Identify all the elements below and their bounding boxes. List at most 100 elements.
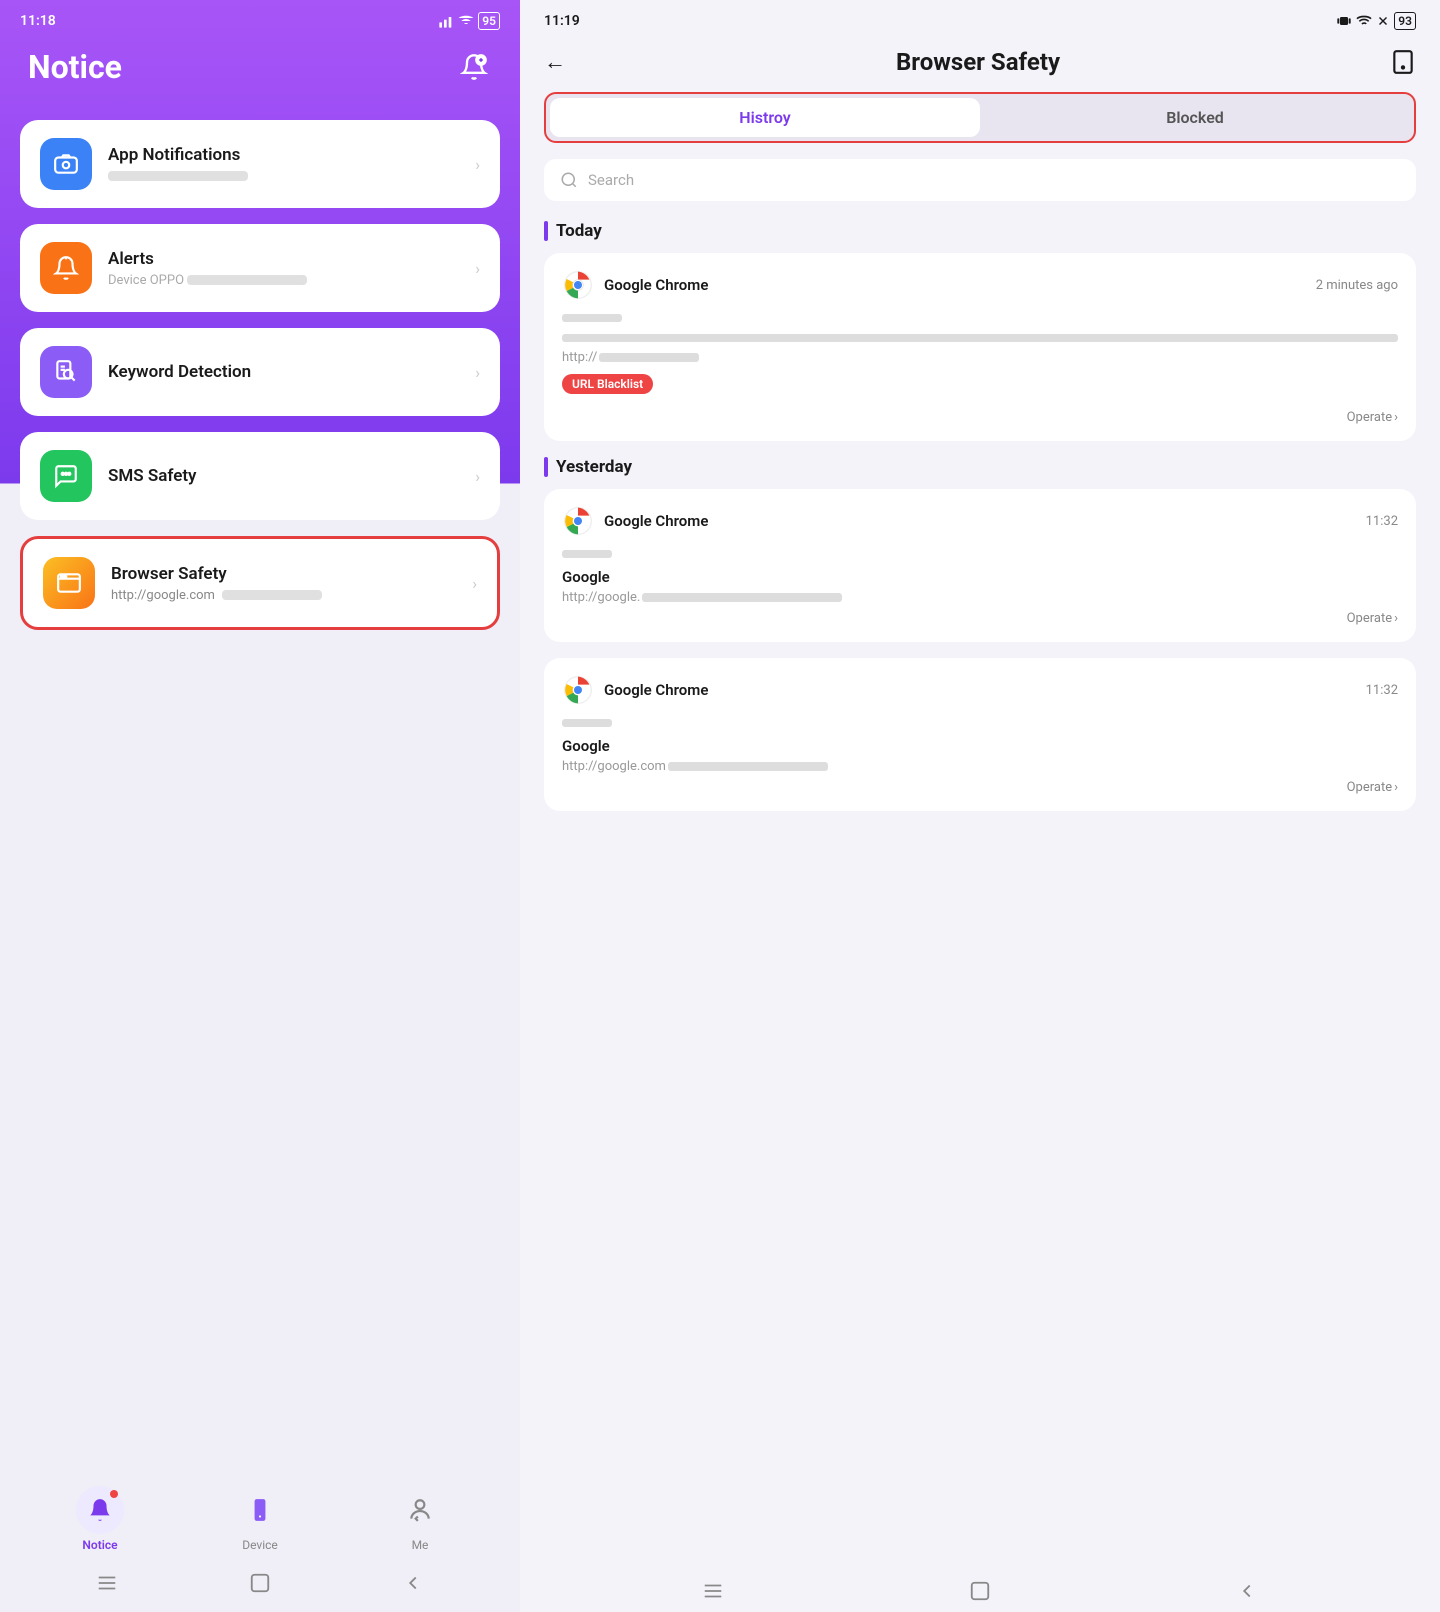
system-bar-right (520, 1570, 1440, 1612)
today-card-0: Google Chrome 2 minutes ago http:// URL … (544, 253, 1416, 441)
me-nav-icon-wrap (396, 1486, 444, 1534)
hamburger-icon-right[interactable] (702, 1580, 724, 1602)
app-row: Google Chrome (562, 269, 708, 301)
vibrate-icon (1336, 13, 1352, 29)
left-panel: 11:18 95 Notice (0, 0, 520, 1612)
app-row: Google Chrome (562, 505, 708, 537)
app-notifications-icon (40, 138, 92, 190)
status-icons-left: 95 (438, 12, 500, 30)
me-nav-icon (407, 1497, 433, 1523)
wifi-icon (458, 13, 474, 29)
back-button[interactable]: ← (544, 49, 566, 75)
chevron-icon: › (475, 467, 480, 486)
card-url: http://google. (562, 590, 1398, 605)
chevron-icon: › (475, 259, 480, 278)
card-app-name: Google Chrome (604, 276, 708, 294)
tab-history[interactable]: Histroy (550, 98, 980, 137)
sms-safety-text: SMS Safety (108, 466, 459, 486)
card-app-name: Google Chrome (604, 512, 708, 530)
nav-me-label: Me (412, 1538, 429, 1552)
menu-item-app-notifications[interactable]: App Notifications › (20, 120, 500, 208)
app-notifications-text: App Notifications (108, 145, 459, 184)
home-icon[interactable] (249, 1572, 271, 1594)
tab-blocked[interactable]: Blocked (980, 98, 1410, 137)
chevron-icon: › (475, 155, 480, 174)
chrome-icon (562, 505, 594, 537)
wifi-icon-right (1356, 13, 1372, 29)
time-left: 11:18 (20, 13, 56, 29)
operate-button[interactable]: Operate › (1347, 410, 1398, 425)
right-title: Browser Safety (896, 48, 1060, 76)
time-right: 11:19 (544, 13, 580, 29)
notice-badge (110, 1490, 118, 1498)
chevron-icon: › (475, 363, 480, 382)
browser-safety-text: Browser Safety http://google.com (111, 564, 456, 603)
card-title: Google (562, 568, 1398, 586)
menu-item-browser-safety[interactable]: Browser Safety http://google.com › (20, 536, 500, 630)
hamburger-icon[interactable] (96, 1572, 118, 1594)
notice-nav-icon-wrap (76, 1486, 124, 1534)
card-footer: Operate › (562, 780, 1398, 795)
card-title: Google (562, 737, 1398, 755)
card-url: http://google.com (562, 759, 1398, 774)
back-icon[interactable] (402, 1572, 424, 1594)
tabs-container: Histroy Blocked (544, 92, 1416, 143)
card-header: Google Chrome 11:32 (562, 674, 1398, 706)
back-icon-right[interactable] (1236, 1580, 1258, 1602)
device-nav-icon (247, 1497, 273, 1523)
search-placeholder: Search (588, 171, 634, 189)
yesterday-card-1: Google Chrome 11:32 Google http://google… (544, 658, 1416, 811)
url-blacklist-tag: URL Blacklist (562, 374, 653, 394)
section-today: Today (520, 221, 1440, 253)
alerts-title: Alerts (108, 249, 459, 269)
browser-safety-icon (43, 557, 95, 609)
sms-safety-title: SMS Safety (108, 466, 459, 486)
bell-icon-wrap[interactable] (456, 49, 492, 85)
section-yesterday: Yesterday (520, 457, 1440, 489)
section-yesterday-label: Yesterday (556, 457, 632, 477)
menu-item-sms-safety[interactable]: SMS Safety › (20, 432, 500, 520)
menu-item-keyword-detection[interactable]: Keyword Detection › (20, 328, 500, 416)
sms-safety-icon (40, 450, 92, 502)
keyword-detection-icon (40, 346, 92, 398)
status-bar-right: 11:19 93 (520, 0, 1440, 38)
operate-button[interactable]: Operate › (1347, 611, 1398, 626)
status-icons-right: 93 (1336, 12, 1416, 30)
search-bar[interactable]: Search (544, 159, 1416, 201)
camera-icon (53, 151, 79, 177)
left-title: Notice (28, 48, 122, 86)
nav-device[interactable]: Device (236, 1486, 284, 1552)
nav-me[interactable]: Me (396, 1486, 444, 1552)
menu-list: App Notifications › Alerts Device OPPO (0, 120, 520, 630)
menu-item-alerts[interactable]: Alerts Device OPPO › (20, 224, 500, 312)
operate-button[interactable]: Operate › (1347, 780, 1398, 795)
search-doc-icon (53, 359, 79, 385)
keyword-detection-title: Keyword Detection (108, 362, 459, 382)
nav-notice-label: Notice (82, 1538, 117, 1552)
card-footer: Operate › (562, 410, 1398, 425)
app-notifications-subtitle (108, 169, 459, 184)
sms-icon (53, 463, 79, 489)
card-time: 11:32 (1366, 683, 1398, 698)
card-app-name: Google Chrome (604, 681, 708, 699)
x-icon (1376, 14, 1390, 28)
section-today-label: Today (556, 221, 602, 241)
battery-left: 95 (478, 12, 500, 30)
tablet-icon[interactable] (1390, 49, 1416, 75)
right-header: ← Browser Safety (520, 38, 1440, 92)
chevron-icon: › (472, 574, 477, 593)
device-nav-icon-wrap (236, 1486, 284, 1534)
section-bar-yesterday (544, 457, 548, 477)
card-header: Google Chrome 2 minutes ago (562, 269, 1398, 301)
alerts-text: Alerts Device OPPO (108, 249, 459, 288)
nav-device-label: Device (242, 1538, 278, 1552)
nav-notice[interactable]: Notice (76, 1486, 124, 1552)
home-icon-right[interactable] (969, 1580, 991, 1602)
right-panel: 11:19 93 ← Browser Safety Histroy Blocke… (520, 0, 1440, 1612)
alerts-subtitle: Device OPPO (108, 273, 459, 288)
browser-safety-subtitle: http://google.com (111, 588, 456, 603)
keyword-detection-text: Keyword Detection (108, 362, 459, 382)
browser-icon (56, 570, 82, 596)
search-icon (560, 171, 578, 189)
app-row: Google Chrome (562, 674, 708, 706)
